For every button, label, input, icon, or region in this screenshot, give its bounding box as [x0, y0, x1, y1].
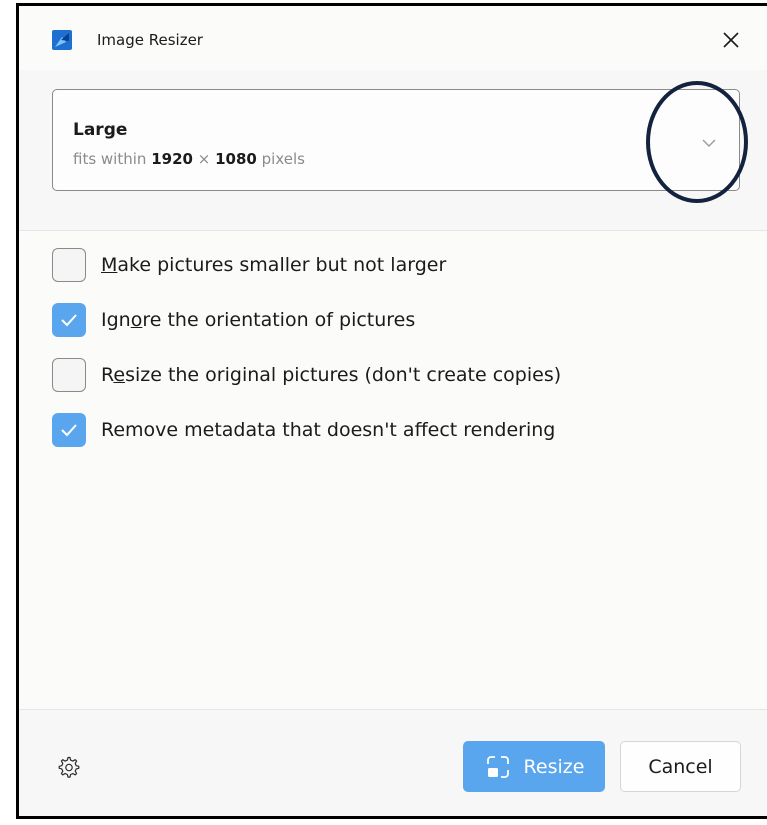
resize-button[interactable]: Resize	[463, 741, 605, 792]
label-text: Ign	[101, 309, 131, 331]
access-key: M	[101, 254, 118, 276]
label-text: re the orientation of pictures	[142, 309, 416, 331]
size-desc-prefix: fits within	[73, 150, 147, 168]
option-label: Ignore the orientation of pictures	[101, 309, 415, 331]
size-description: fits within 1920 × 1080 pixels	[73, 150, 305, 168]
access-key: e	[113, 364, 126, 386]
label-text: ake pictures smaller but not larger	[117, 254, 447, 276]
checkmark-icon	[61, 314, 77, 327]
option-label: Remove metadata that doesn't affect rend…	[101, 419, 555, 441]
checkbox-resize-original[interactable]	[52, 358, 86, 392]
size-width: 1920	[151, 150, 193, 168]
resize-label: Resize	[523, 755, 585, 778]
option-label: Resize the original pictures (don't crea…	[101, 364, 561, 386]
checkbox-ignore-orientation[interactable]	[52, 303, 86, 337]
option-label: Make pictures smaller but not larger	[101, 254, 446, 276]
close-icon	[723, 32, 739, 48]
title-bar: Image Resizer	[19, 6, 767, 70]
size-name: Large	[73, 120, 128, 140]
label-text: R	[101, 364, 114, 386]
label-text: Remove metadata that doesn't affect rend…	[101, 419, 556, 441]
size-times: ×	[197, 150, 211, 168]
label-text: size the original pictures (don't create…	[125, 364, 562, 386]
size-height: 1080	[215, 150, 257, 168]
option-remove-metadata[interactable]: Remove metadata that doesn't affect rend…	[52, 411, 555, 449]
size-dropdown[interactable]: Large fits within 1920 × 1080 pixels	[52, 89, 740, 191]
close-button[interactable]	[715, 24, 747, 56]
checkmark-icon	[61, 424, 77, 437]
size-section: Large fits within 1920 × 1080 pixels	[19, 70, 767, 231]
size-unit: pixels	[261, 150, 305, 168]
app-title: Image Resizer	[97, 31, 203, 49]
chevron-down-icon[interactable]	[701, 134, 717, 147]
checkbox-make-smaller[interactable]	[52, 248, 86, 282]
access-key: o	[130, 309, 143, 331]
gear-icon	[58, 756, 80, 778]
footer: Resize Cancel	[19, 709, 767, 816]
option-make-smaller[interactable]: Make pictures smaller but not larger	[52, 246, 446, 284]
cancel-button[interactable]: Cancel	[620, 741, 741, 792]
checkbox-remove-metadata[interactable]	[52, 413, 86, 447]
image-resizer-window: Image Resizer Large fits within 1920 × 1…	[16, 3, 767, 819]
option-resize-original[interactable]: Resize the original pictures (don't crea…	[52, 356, 561, 394]
resize-icon	[486, 755, 509, 778]
image-resizer-app-icon	[52, 30, 72, 50]
option-ignore-orientation[interactable]: Ignore the orientation of pictures	[52, 301, 415, 339]
settings-button[interactable]	[56, 754, 82, 780]
